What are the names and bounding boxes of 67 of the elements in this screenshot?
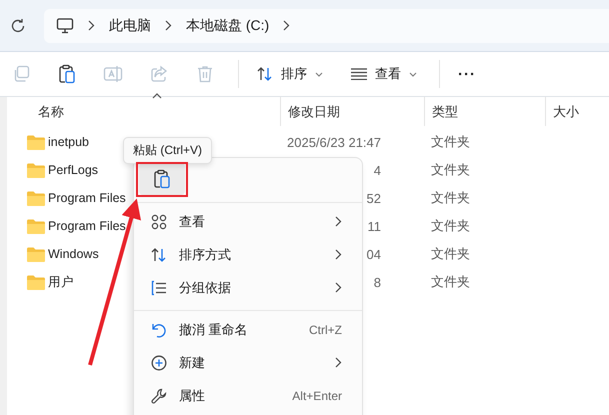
modified-date: 4 <box>374 162 381 178</box>
sort-caret-icon <box>152 93 162 99</box>
file-type: 文件夹 <box>430 161 471 179</box>
refresh-icon[interactable] <box>10 18 26 34</box>
sort-icon <box>151 246 167 262</box>
sort-button[interactable]: 排序 <box>249 61 331 87</box>
breadcrumb[interactable]: 本地磁盘 (C:) <box>186 16 270 34</box>
file-name[interactable]: Program Files <box>48 219 126 233</box>
chevron-icon <box>88 20 95 31</box>
menu-item[interactable]: 排序方式 <box>138 238 358 271</box>
sort-icon <box>257 66 273 82</box>
column-header[interactable]: 名称 <box>7 97 280 126</box>
paste-hint: 粘贴 (Ctrl+V) <box>123 137 212 164</box>
chevron-icon <box>283 20 290 31</box>
menu-item[interactable]: 撤消 重命名 Ctrl+Z <box>138 313 358 346</box>
paste-button[interactable] <box>139 163 185 195</box>
menu-item[interactable]: 分组依据 <box>138 271 358 304</box>
file-type: 文件夹 <box>430 273 471 291</box>
shortcut-label: Ctrl+Z <box>309 322 342 336</box>
paste-icon <box>153 169 171 189</box>
list-icon <box>351 68 367 80</box>
folder-icon <box>27 218 45 234</box>
file-type: 文件夹 <box>430 133 471 151</box>
folder-icon <box>27 246 45 262</box>
highlight-box <box>136 162 188 197</box>
folder-icon <box>27 162 45 178</box>
delete-icon <box>197 65 213 83</box>
folder-icon <box>27 274 45 290</box>
file-type: 文件夹 <box>430 189 471 207</box>
file-name[interactable]: Program Files <box>48 191 126 205</box>
modified-date: 2025/6/23 21:47 <box>287 134 381 150</box>
file-type: 文件夹 <box>430 245 471 263</box>
folder-icon <box>27 190 45 206</box>
modified-date: 04 <box>366 246 381 262</box>
modified-date: 8 <box>374 274 381 290</box>
menu-item[interactable]: 查看 <box>138 205 358 238</box>
paste-icon <box>58 64 76 84</box>
column-header[interactable]: 大小 <box>545 97 609 126</box>
share-icon <box>150 65 168 83</box>
address-bar[interactable]: 此电脑 本地磁盘 (C:) <box>44 8 609 42</box>
dropdown-icon <box>315 72 323 76</box>
add-icon <box>151 354 167 370</box>
shortcut-label: Alt+Enter <box>292 388 342 402</box>
grid-icon <box>151 214 167 230</box>
file-type: 文件夹 <box>430 217 471 235</box>
column-header[interactable]: 修改日期 <box>280 97 424 126</box>
wrench-icon <box>151 388 167 404</box>
folder-icon <box>27 134 45 150</box>
copy-icon <box>12 65 30 83</box>
computer-icon <box>56 18 74 34</box>
menu-item[interactable]: 属性 Alt+Enter <box>138 379 358 412</box>
rename-icon <box>103 65 123 83</box>
menu-item[interactable]: 新建 <box>138 346 358 379</box>
more-button[interactable]: ··· <box>450 62 484 86</box>
chevron-icon <box>165 20 172 31</box>
column-header[interactable]: 类型 <box>424 97 545 126</box>
file-name[interactable]: 用户 <box>48 274 74 290</box>
file-name[interactable]: inetpub <box>48 135 90 149</box>
file-name[interactable]: Windows <box>48 247 99 261</box>
view-button[interactable]: 查看 <box>343 61 425 87</box>
group-icon <box>151 280 167 296</box>
modified-date: 52 <box>366 190 381 206</box>
file-name[interactable]: PerfLogs <box>48 163 98 177</box>
modified-date: 11 <box>368 218 381 234</box>
undo-icon <box>151 322 167 338</box>
dropdown-icon <box>409 72 417 76</box>
breadcrumb[interactable]: 此电脑 <box>109 16 151 34</box>
